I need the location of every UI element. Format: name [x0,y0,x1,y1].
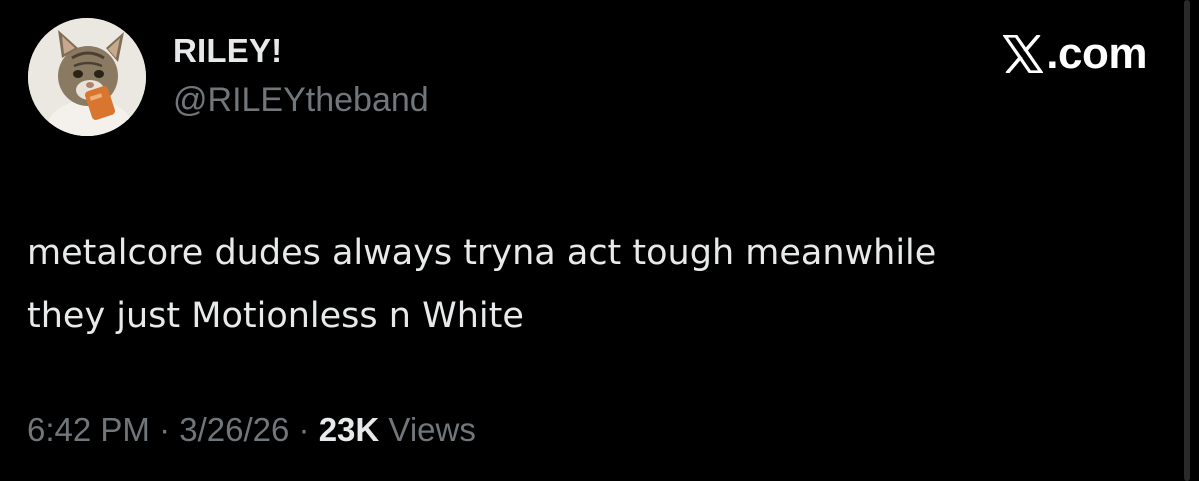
tweet-text-line: metalcore dudes always tryna act tough m… [27,233,937,273]
views-count[interactable]: 23K [319,411,380,448]
meta-separator: · [298,411,310,448]
views-label[interactable]: Views [388,411,475,448]
display-name[interactable]: RILEY! [173,34,282,67]
avatar-image [28,18,146,136]
tweet-card: RILEY! @RILEYtheband .com metalcore dude… [0,0,1199,481]
tweet-text-line: they just Motionless n White [27,296,524,336]
x-logo-icon [1003,35,1044,73]
tweet-text: metalcore dudes always tryna act tough m… [27,222,1147,348]
tweet-time[interactable]: 6:42 PM [27,411,150,448]
user-handle[interactable]: @RILEYtheband [173,83,429,117]
meta-separator: · [159,411,171,448]
watermark-text: .com [1046,29,1147,78]
tweet-date[interactable]: 3/26/26 [179,411,289,448]
scrollbar[interactable] [1184,0,1190,481]
x-com-watermark: .com [1003,32,1147,76]
tweet-meta: 6:42 PM · 3/26/26 · 23K Views [27,413,476,446]
cat-avatar-icon[interactable] [28,18,146,136]
